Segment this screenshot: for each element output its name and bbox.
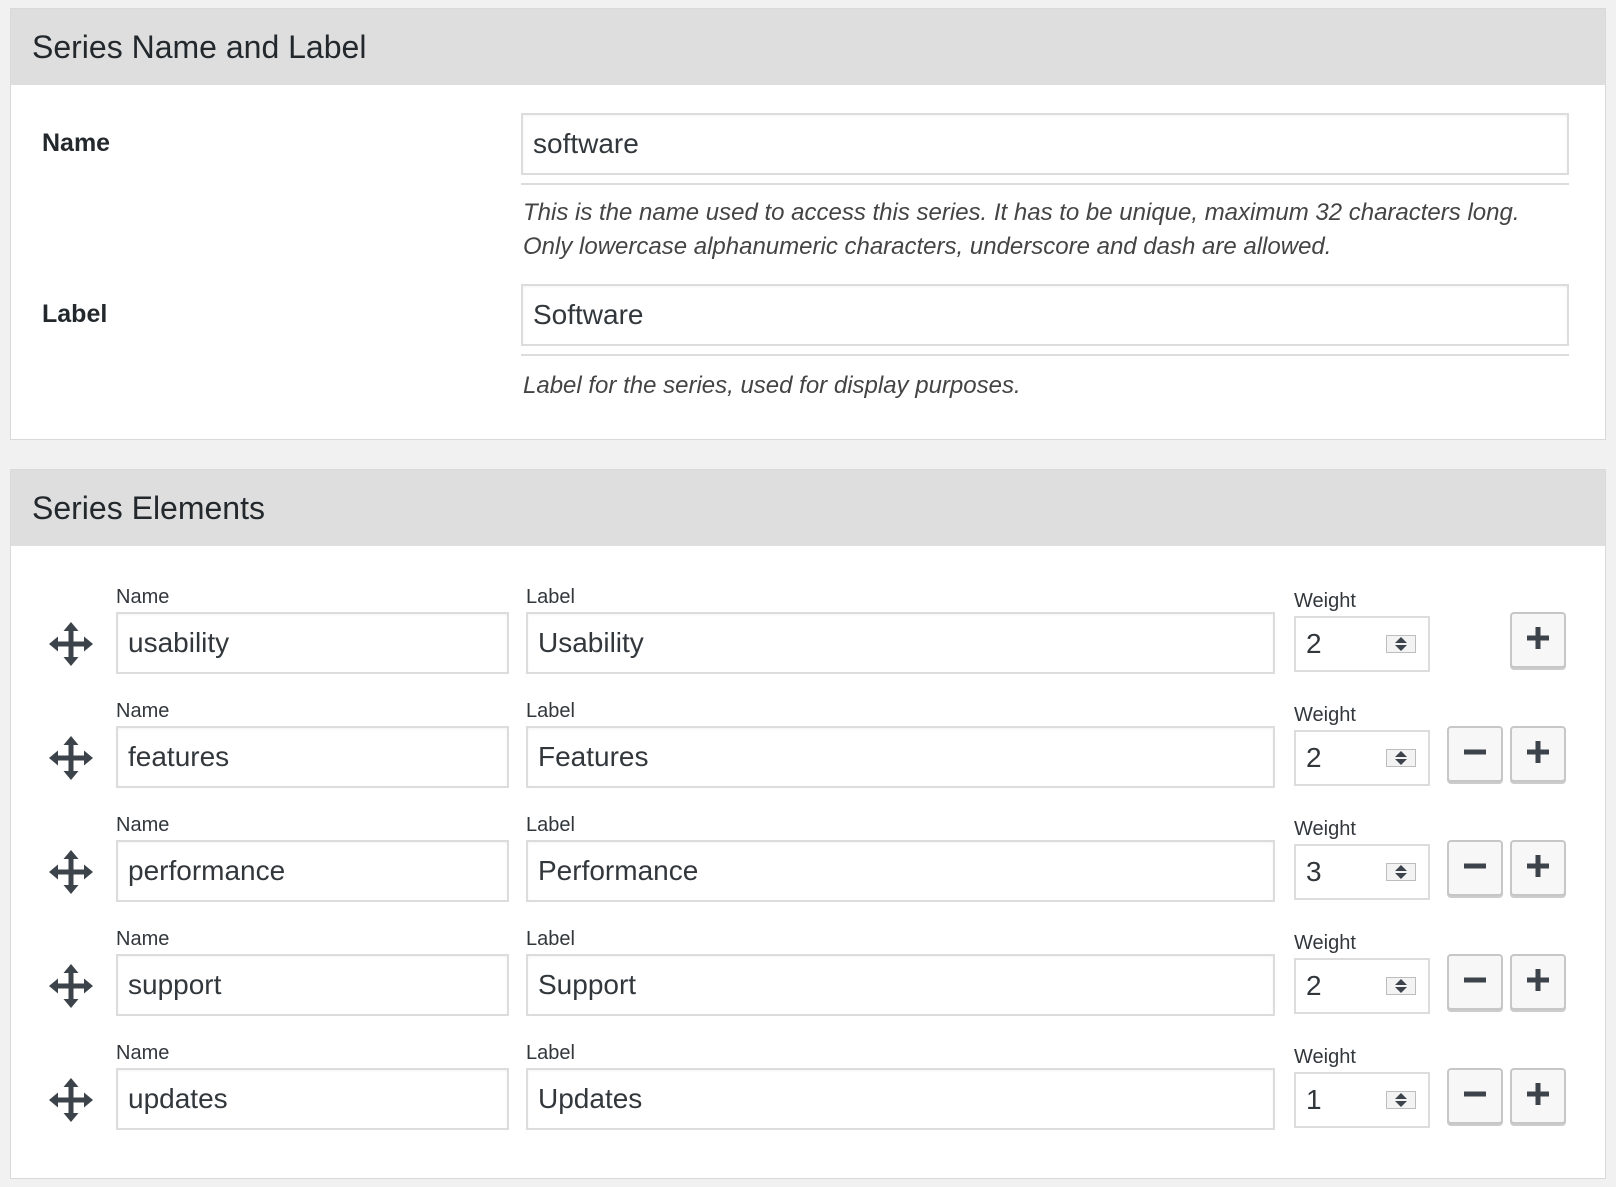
element-label-label: Label xyxy=(526,586,575,608)
move-arrows-icon[interactable] xyxy=(49,850,93,894)
weight-value: 2 xyxy=(1306,742,1322,773)
element-label-label: Label xyxy=(526,700,575,722)
remove-element-button[interactable] xyxy=(1447,726,1503,782)
add-element-button[interactable] xyxy=(1510,726,1566,782)
series-elements-header: Series Elements xyxy=(11,470,1605,546)
plus-icon xyxy=(1527,1082,1549,1110)
series-name-input[interactable] xyxy=(521,113,1569,175)
series-element-row: Name Label Weight 1 xyxy=(11,1040,1605,1150)
element-label-label: Label xyxy=(526,814,575,836)
add-element-button[interactable] xyxy=(1510,840,1566,896)
series-name-label-header: Series Name and Label xyxy=(11,9,1605,85)
spinner-arrows-icon[interactable] xyxy=(1386,863,1416,881)
weight-value: 3 xyxy=(1306,856,1322,887)
element-weight-label: Weight xyxy=(1294,818,1356,840)
weight-number-input[interactable]: 1 xyxy=(1294,1072,1430,1128)
element-weight-label: Weight xyxy=(1294,932,1356,954)
element-name-input[interactable] xyxy=(116,726,509,788)
label-field-divider xyxy=(521,354,1569,356)
series-name-description-line-2: Only lowercase alphanumeric characters, … xyxy=(523,233,1332,260)
weight-value: 2 xyxy=(1306,628,1322,659)
name-field-divider xyxy=(521,183,1569,185)
element-name-input[interactable] xyxy=(116,954,509,1016)
element-weight-label: Weight xyxy=(1294,590,1356,612)
element-name-input[interactable] xyxy=(116,1068,509,1130)
plus-icon xyxy=(1527,854,1549,882)
move-arrows-icon[interactable] xyxy=(49,1078,93,1122)
series-elements-title: Series Elements xyxy=(32,489,265,526)
minus-icon xyxy=(1464,1083,1486,1110)
series-name-description: This is the name used to access this ser… xyxy=(523,196,1519,264)
weight-number-input[interactable]: 2 xyxy=(1294,730,1430,786)
weight-value: 2 xyxy=(1306,970,1322,1001)
move-arrows-icon[interactable] xyxy=(49,964,93,1008)
add-element-button[interactable] xyxy=(1510,612,1566,668)
element-label-input[interactable] xyxy=(526,954,1275,1016)
minus-icon xyxy=(1464,969,1486,996)
element-name-input[interactable] xyxy=(116,612,509,674)
add-element-button[interactable] xyxy=(1510,1068,1566,1124)
remove-element-button[interactable] xyxy=(1447,1068,1503,1124)
series-name-label-panel: Series Name and Label Name This is the n… xyxy=(10,8,1606,440)
spinner-arrows-icon[interactable] xyxy=(1386,635,1416,653)
series-label-description: Label for the series, used for display p… xyxy=(523,372,1021,399)
spinner-arrows-icon[interactable] xyxy=(1386,977,1416,995)
series-label-label: Label xyxy=(42,300,108,328)
move-arrows-icon[interactable] xyxy=(49,622,93,666)
minus-icon xyxy=(1464,741,1486,768)
spinner-arrows-icon[interactable] xyxy=(1386,1091,1416,1109)
series-element-row: Name Label Weight 2 xyxy=(11,926,1605,1036)
add-element-button[interactable] xyxy=(1510,954,1566,1010)
weight-number-input[interactable]: 2 xyxy=(1294,958,1430,1014)
weight-number-input[interactable]: 3 xyxy=(1294,844,1430,900)
element-name-label: Name xyxy=(116,928,170,950)
element-label-input[interactable] xyxy=(526,1068,1275,1130)
series-name-label-title: Series Name and Label xyxy=(32,28,367,65)
series-element-row: Name Label Weight 3 xyxy=(11,812,1605,922)
series-label-input[interactable] xyxy=(521,284,1569,346)
plus-icon xyxy=(1527,740,1549,768)
element-label-label: Label xyxy=(526,1042,575,1064)
element-name-label: Name xyxy=(116,586,170,608)
minus-icon xyxy=(1464,855,1486,882)
series-elements-panel: Series Elements Name Label Weight 2 Name Labe… xyxy=(10,469,1606,1179)
element-name-label: Name xyxy=(116,1042,170,1064)
series-element-row: Name Label Weight 2 xyxy=(11,584,1605,694)
plus-icon xyxy=(1527,626,1549,654)
remove-element-button[interactable] xyxy=(1447,954,1503,1010)
series-element-row: Name Label Weight 2 xyxy=(11,698,1605,808)
element-label-input[interactable] xyxy=(526,726,1275,788)
element-weight-label: Weight xyxy=(1294,1046,1356,1068)
weight-value: 1 xyxy=(1306,1084,1322,1115)
element-label-label: Label xyxy=(526,928,575,950)
element-name-label: Name xyxy=(116,814,170,836)
series-name-label: Name xyxy=(42,129,111,157)
remove-element-button[interactable] xyxy=(1447,840,1503,896)
element-weight-label: Weight xyxy=(1294,704,1356,726)
spinner-arrows-icon[interactable] xyxy=(1386,749,1416,767)
series-name-description-line-1: This is the name used to access this ser… xyxy=(523,199,1520,226)
element-name-input[interactable] xyxy=(116,840,509,902)
element-name-label: Name xyxy=(116,700,170,722)
element-label-input[interactable] xyxy=(526,612,1275,674)
element-label-input[interactable] xyxy=(526,840,1275,902)
weight-number-input[interactable]: 2 xyxy=(1294,616,1430,672)
plus-icon xyxy=(1527,968,1549,996)
move-arrows-icon[interactable] xyxy=(49,736,93,780)
